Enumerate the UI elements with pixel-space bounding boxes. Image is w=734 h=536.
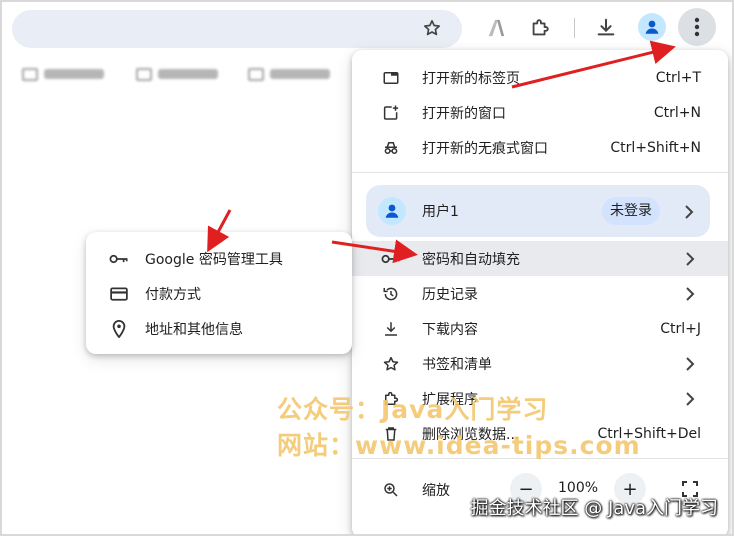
watermark-line-1: 公众号：Java入门学习 [277,395,549,424]
arrow-to-passwords [331,239,418,264]
arrow-to-more-menu [511,40,676,89]
browser-window: 打开新的标签页 Ctrl+T 打开新的窗口 Ctrl+N 打开新的无痕式窗口 C… [0,0,734,536]
watermark-line-2: 网站：www.idea-tips.com [277,431,641,460]
arrow-to-password-manager [207,209,232,253]
watermark-credit: 掘金技术社区 @ Java入门学习 [470,498,718,519]
